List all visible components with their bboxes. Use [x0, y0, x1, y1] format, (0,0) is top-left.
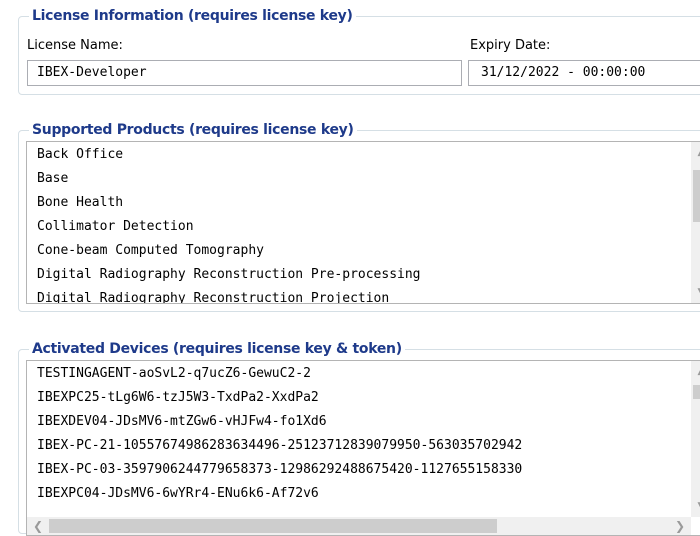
- products-scroll-thumb[interactable]: [693, 170, 700, 222]
- license-name-field[interactable]: IBEX-Developer: [27, 60, 462, 86]
- devices-horizontal-scroll-thumb[interactable]: [49, 519, 497, 533]
- list-item[interactable]: IBEX-PC-03-3597906244779658373-129862924…: [27, 458, 700, 482]
- list-item[interactable]: IBEXPC25-tLg6W6-tzJ5W3-TxdPa2-XxdPa2: [27, 386, 700, 410]
- expiry-date-label: Expiry Date:: [470, 38, 551, 53]
- list-item[interactable]: Bone Health: [27, 191, 700, 215]
- list-item[interactable]: Digital Radiography Reconstruction Pre-p…: [27, 263, 700, 287]
- list-item[interactable]: Back Office: [27, 143, 700, 167]
- list-item[interactable]: Cone-beam Computed Tomography: [27, 239, 700, 263]
- license-name-label: License Name:: [27, 38, 123, 53]
- list-item[interactable]: IBEXDEV04-JDsMV6-mtZGw6-vHJFw4-fo1Xd6: [27, 410, 700, 434]
- license-panel: { "license_info": { "title": "License In…: [0, 0, 700, 536]
- supported-products-title: Supported Products (requires license key…: [29, 120, 357, 140]
- activated-devices-title: Activated Devices (requires license key …: [29, 339, 405, 359]
- products-vertical-scrollbar[interactable]: ▲ ▼: [691, 142, 700, 303]
- supported-products-list[interactable]: Back Office Base Bone Health Collimator …: [26, 141, 700, 304]
- scroll-left-arrow-icon[interactable]: ❮: [29, 517, 47, 535]
- scroll-up-arrow-icon[interactable]: ▲: [691, 144, 700, 162]
- products-list-items: Back Office Base Bone Health Collimator …: [27, 143, 700, 303]
- list-item[interactable]: Digital Radiography Reconstruction Proje…: [27, 287, 700, 303]
- devices-vertical-scroll-thumb[interactable]: [693, 385, 700, 399]
- list-item[interactable]: Collimator Detection: [27, 215, 700, 239]
- list-item[interactable]: TESTINGAGENT-aoSvL2-q7ucZ6-GewuC2-2: [27, 362, 700, 386]
- license-information-group: License Information (requires license ke…: [18, 6, 700, 95]
- activated-devices-group: Activated Devices (requires license key …: [18, 339, 700, 536]
- license-information-title: License Information (requires license ke…: [29, 6, 356, 26]
- supported-products-group: Supported Products (requires license key…: [18, 120, 700, 312]
- devices-vertical-scrollbar[interactable]: ▲ ▼: [691, 361, 700, 517]
- expiry-date-field[interactable]: 31/12/2022 - 00:00:00: [468, 60, 700, 86]
- list-item[interactable]: Base: [27, 167, 700, 191]
- scroll-right-arrow-icon[interactable]: ❯: [671, 517, 689, 535]
- scroll-down-arrow-icon[interactable]: ▼: [691, 497, 700, 515]
- list-item[interactable]: IBEX-PC-21-10557674986283634496-25123712…: [27, 434, 700, 458]
- list-item[interactable]: IBEXPC04-JDsMV6-6wYRr4-ENu6k6-Af72v6: [27, 482, 700, 506]
- devices-horizontal-scrollbar[interactable]: ❮ ❯: [27, 517, 691, 535]
- scroll-up-arrow-icon[interactable]: ▲: [691, 363, 700, 381]
- scroll-down-arrow-icon[interactable]: ▼: [691, 283, 700, 301]
- devices-list-items: TESTINGAGENT-aoSvL2-q7ucZ6-GewuC2-2 IBEX…: [27, 362, 700, 506]
- activated-devices-list[interactable]: TESTINGAGENT-aoSvL2-q7ucZ6-GewuC2-2 IBEX…: [26, 360, 700, 536]
